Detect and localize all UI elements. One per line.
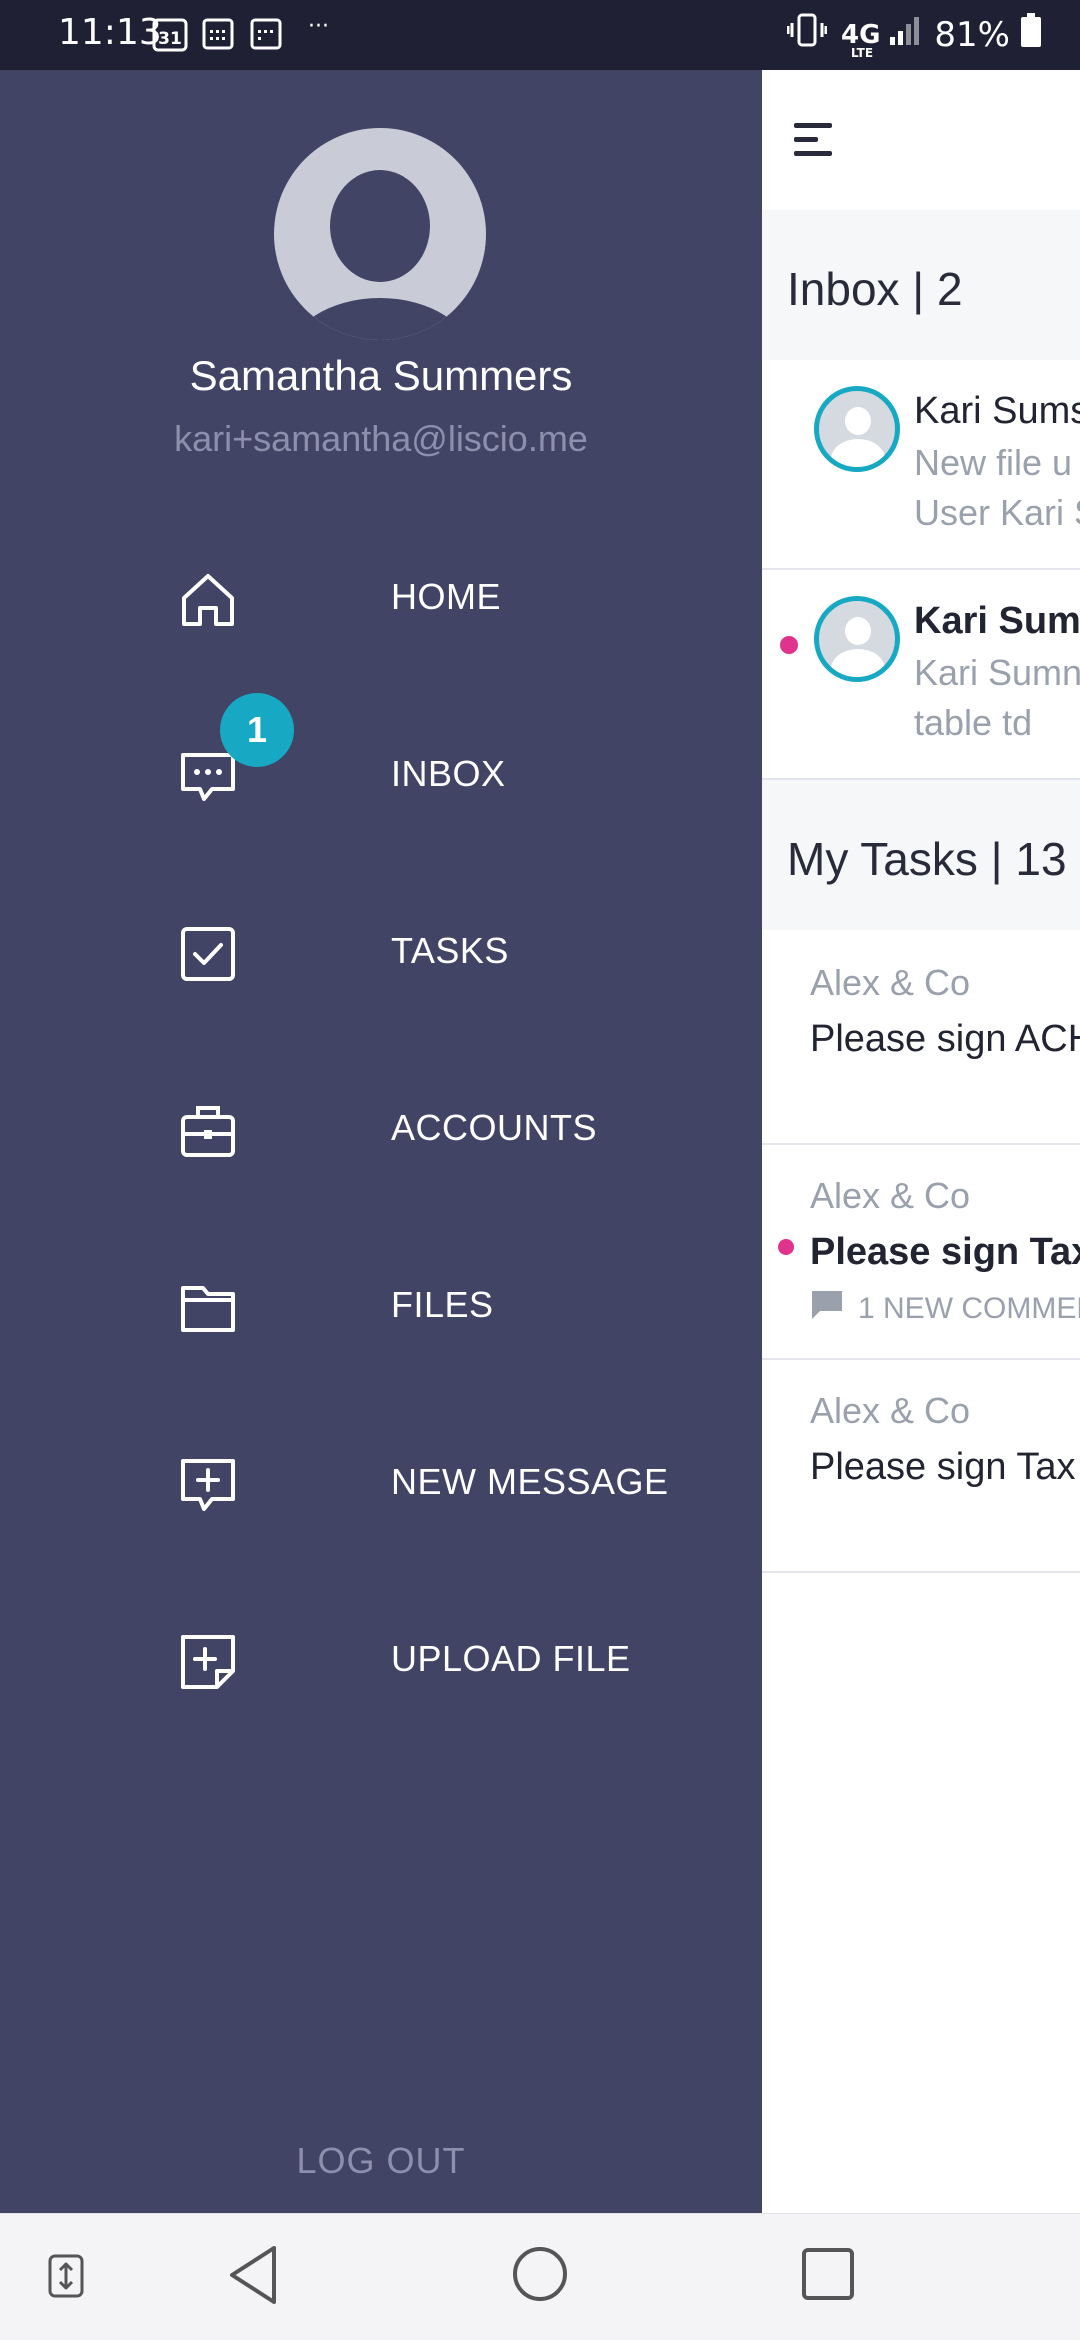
nav-item-label: FILES	[391, 1284, 494, 1325]
navigation-drawer: Samantha Summers kari+samantha@liscio.me…	[0, 70, 762, 2213]
avatar	[814, 386, 900, 472]
nav-item-label: HOME	[391, 576, 501, 617]
message-sender: Kari Sums	[914, 600, 1080, 642]
status-time: 11:13	[58, 12, 162, 53]
task-company: Alex & Co	[810, 962, 971, 1003]
battery-icon	[1020, 12, 1042, 57]
nav-item-label: NEW MESSAGE	[391, 1461, 669, 1502]
message-preview: New file u	[914, 442, 1073, 483]
task-title: Please sign ACH	[810, 1018, 1080, 1060]
home-icon	[178, 570, 238, 630]
battery-percent: 81%	[934, 14, 1010, 55]
message-row[interactable]: Kari Sums Kari Sumn table td	[762, 570, 1080, 780]
nav-item-label: ACCOUNTS	[391, 1107, 598, 1148]
tasks-section-header: My Tasks | 13	[762, 780, 1080, 930]
status-right: 4G LTE 81%	[786, 12, 1042, 60]
unread-indicator	[780, 636, 798, 654]
status-bar: 11:13 31 ··· 4G LTE 81%	[0, 0, 1080, 70]
more-notifications-icon: ···	[308, 14, 329, 39]
task-company: Alex & Co	[810, 1175, 971, 1216]
nav-item-label: UPLOAD FILE	[391, 1638, 631, 1679]
nav-item-home[interactable]: HOME	[0, 546, 762, 646]
app-header	[762, 70, 1080, 210]
nav-item-files[interactable]: FILES	[0, 1254, 762, 1354]
nav-item-inbox[interactable]: 1 INBOX	[0, 693, 762, 823]
logout-button[interactable]: LOG OUT	[0, 2140, 762, 2182]
message-row[interactable]: Kari Sums New file u User Kari S	[762, 360, 1080, 570]
nav-item-label: INBOX	[391, 753, 506, 794]
folder-icon	[178, 1278, 238, 1338]
inbox-section-header: Inbox | 2	[762, 210, 1080, 360]
task-company: Alex & Co	[810, 1390, 971, 1431]
profile-avatar	[274, 128, 486, 340]
avatar	[814, 596, 900, 682]
tasks-title: My Tasks | 13	[787, 833, 1067, 885]
task-row[interactable]: Alex & Co Please sign Tax F	[762, 1360, 1080, 1573]
back-icon[interactable]	[226, 2244, 282, 2311]
unread-indicator	[778, 1239, 794, 1255]
comment-icon	[810, 1289, 844, 1329]
message-preview: Kari Sumn	[914, 652, 1080, 693]
nav-item-tasks[interactable]: TASKS	[0, 900, 762, 1000]
signal-icon	[888, 13, 924, 56]
message-icon	[178, 747, 238, 807]
vibrate-icon	[786, 12, 828, 57]
task-title: Please sign Tax F	[810, 1446, 1080, 1488]
inbox-badge: 1	[220, 693, 294, 767]
calendar-grid-icon	[250, 16, 282, 55]
profile-name: Samantha Summers	[189, 352, 573, 399]
new-message-icon	[178, 1455, 238, 1515]
recent-apps-icon[interactable]	[800, 2244, 856, 2309]
checkbox-icon	[178, 924, 238, 984]
message-preview-line2: User Kari S	[914, 492, 1080, 533]
profile-email: kari+samantha@liscio.me	[174, 418, 588, 459]
home-button-icon[interactable]	[512, 2244, 568, 2309]
task-row[interactable]: Alex & Co Please sign Tax 1 NEW COMMEN	[762, 1145, 1080, 1360]
hamburger-menu-icon[interactable]	[792, 120, 836, 160]
briefcase-icon	[178, 1101, 238, 1161]
task-title: Please sign Tax	[810, 1231, 1080, 1273]
nav-item-new-message[interactable]: NEW MESSAGE	[0, 1431, 762, 1531]
message-sender: Kari Sums	[914, 390, 1080, 432]
nav-item-accounts[interactable]: ACCOUNTS	[0, 1077, 762, 1177]
inbox-title: Inbox | 2	[787, 263, 963, 315]
calendar-day: 31	[158, 29, 182, 49]
nav-item-label: TASKS	[391, 930, 509, 971]
app-main: Inbox | 2 Kari Sums New file u User Kari…	[762, 70, 1080, 2213]
task-comment: 1 NEW COMMEN	[810, 1289, 1080, 1329]
task-comment-label: 1 NEW COMMEN	[858, 1292, 1080, 1325]
system-navigation-bar	[0, 2213, 1080, 2340]
calendar-grid-icon	[202, 16, 234, 55]
rotate-screen-icon[interactable]	[48, 2252, 84, 2305]
network-sub-label: LTE	[850, 45, 874, 60]
network-4g-icon: 4G LTE	[841, 20, 880, 60]
message-preview-line2: table td	[914, 702, 1033, 743]
calendar-icon: 31	[152, 16, 188, 57]
nav-item-upload-file[interactable]: UPLOAD FILE	[0, 1608, 762, 1708]
task-row[interactable]: Alex & Co Please sign ACH	[762, 930, 1080, 1145]
upload-file-icon	[178, 1632, 238, 1692]
